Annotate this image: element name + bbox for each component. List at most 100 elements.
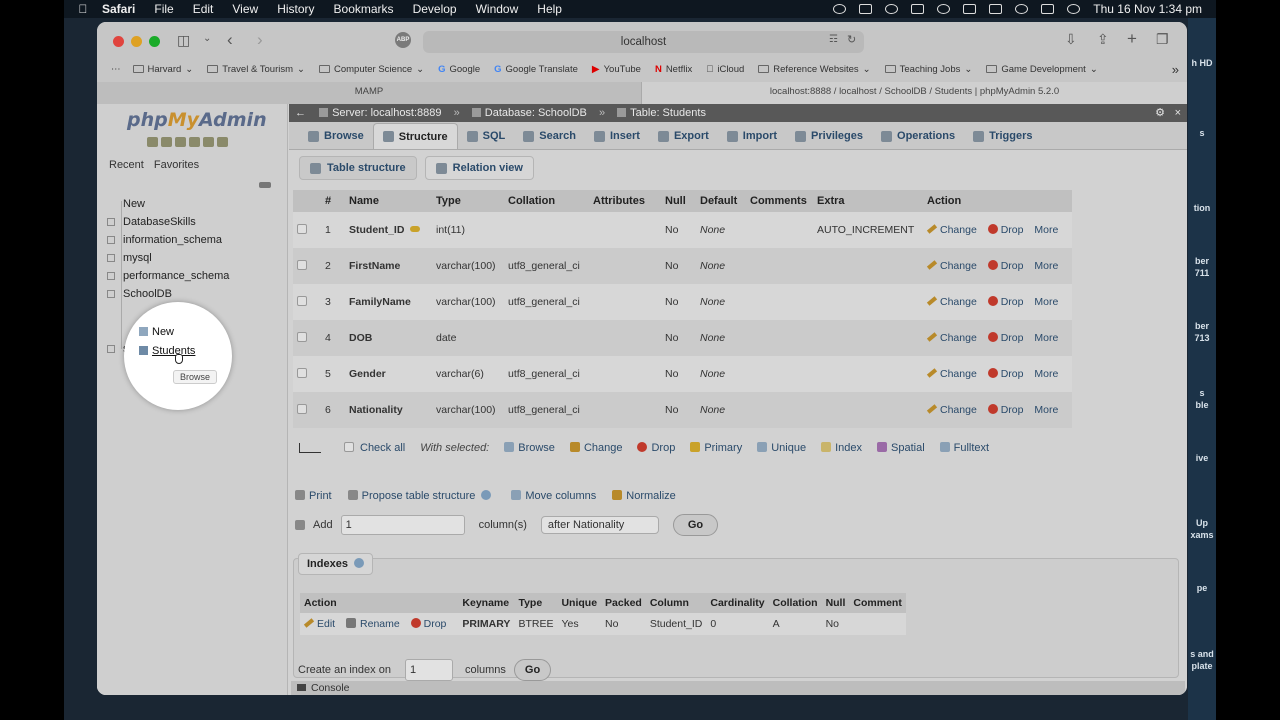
tab-browse[interactable]: Browse (299, 123, 373, 149)
tree-item-schooldb-new[interactable]: New (139, 326, 174, 338)
screen-icon[interactable] (859, 4, 873, 14)
subtab-table-structure[interactable]: Table structure (299, 156, 417, 180)
zoom-window-button[interactable] (149, 36, 160, 47)
home-icon[interactable] (147, 137, 158, 147)
row-checkbox[interactable] (293, 320, 321, 356)
expand-icon[interactable] (107, 236, 115, 245)
tab-search[interactable]: Search (514, 123, 585, 149)
chevron-down-icon[interactable]: ⌄ (203, 33, 211, 44)
apple-menu-icon[interactable]:  (64, 2, 102, 16)
tab-recent[interactable]: Recent (109, 159, 144, 171)
drop-link[interactable]: Drop (987, 296, 1023, 308)
drop-link[interactable]: Drop (987, 404, 1023, 416)
menu-edit[interactable]: Edit (193, 2, 214, 16)
bulk-primary[interactable]: Primary (690, 442, 742, 454)
tab-triggers[interactable]: Triggers (964, 123, 1041, 149)
vpn-icon[interactable] (885, 4, 899, 14)
control-center-icon[interactable] (1041, 4, 1055, 14)
collapse-icon[interactable] (107, 290, 115, 299)
checkbox[interactable] (297, 331, 307, 342)
more-bookmarks-icon[interactable]: » (1172, 62, 1179, 77)
more-dropdown[interactable]: More (1034, 224, 1058, 236)
more-dropdown[interactable]: More (1034, 296, 1058, 308)
clock[interactable]: Thu 16 Nov 1:34 pm (1093, 2, 1202, 16)
menu-view[interactable]: View (232, 2, 258, 16)
drop-index-link[interactable]: Drop (410, 618, 446, 630)
tree-item-information-schema[interactable]: information_schema (107, 234, 222, 246)
column-position-select[interactable]: after Nationality (540, 516, 659, 534)
download-icon[interactable]: ⇩ (1065, 31, 1077, 48)
docs-icon[interactable] (189, 137, 200, 147)
bookmark-teaching-jobs[interactable]: Teaching Jobs ⌄ (884, 64, 972, 75)
check-all-checkbox[interactable] (344, 442, 354, 452)
change-link[interactable]: Change (926, 260, 977, 272)
tree-item-performance-schema[interactable]: performance_schema (107, 270, 229, 282)
menu-file[interactable]: File (154, 2, 173, 16)
close-icon[interactable]: × (1175, 104, 1181, 122)
tab-export[interactable]: Export (649, 123, 718, 149)
battery-icon[interactable] (963, 4, 977, 14)
tab-privileges[interactable]: Privileges (786, 123, 872, 149)
row-checkbox[interactable] (293, 212, 321, 248)
checkbox[interactable] (297, 403, 307, 414)
bookmark-travel[interactable]: Travel & Tourism ⌄ (207, 64, 305, 75)
bookmark-computer-science[interactable]: Computer Science ⌄ (318, 64, 424, 75)
close-window-button[interactable] (113, 36, 124, 47)
help-icon[interactable] (481, 490, 492, 500)
bulk-index[interactable]: Index (821, 442, 862, 454)
bookmark-game-development[interactable]: Game Development ⌄ (986, 64, 1098, 75)
row-checkbox[interactable] (293, 284, 321, 320)
tab-operations[interactable]: Operations (872, 123, 964, 149)
change-link[interactable]: Change (926, 224, 977, 236)
tree-item-new[interactable]: New (107, 198, 145, 210)
breadcrumb-table[interactable]: Table: Students (630, 107, 706, 119)
share-icon[interactable]: ⇪ (1097, 31, 1109, 48)
checkbox[interactable] (297, 259, 307, 270)
sidebar-toggle-icon[interactable]: ◫ (177, 32, 190, 49)
bookmark-icloud[interactable]: iCloud (706, 64, 744, 75)
menu-window[interactable]: Window (476, 2, 519, 16)
row-checkbox[interactable] (293, 392, 321, 428)
new-tab-icon[interactable]: + (1127, 29, 1137, 49)
checkbox[interactable] (297, 223, 307, 234)
bookmark-youtube[interactable]: ▶ YouTube (592, 64, 641, 75)
tree-item-mysql[interactable]: mysql (107, 252, 152, 264)
edit-index-link[interactable]: Edit (303, 618, 335, 630)
back-button[interactable]: ‹ (227, 30, 233, 50)
logout-icon[interactable] (161, 137, 172, 147)
row-checkbox[interactable] (293, 248, 321, 284)
address-bar[interactable]: localhost (423, 31, 864, 53)
bulk-change[interactable]: Change (569, 442, 622, 454)
subtab-relation-view[interactable]: Relation view (424, 156, 534, 180)
breadcrumb-database[interactable]: Database: SchoolDB (485, 107, 587, 119)
bookmark-google-translate[interactable]: G Google Translate (494, 64, 578, 75)
change-link[interactable]: Change (926, 296, 977, 308)
more-dropdown[interactable]: More (1034, 404, 1058, 416)
move-columns-link[interactable]: Move columns (511, 490, 596, 502)
collapse-all-icon[interactable] (259, 182, 271, 188)
create-index-count-input[interactable]: 1 (404, 659, 453, 681)
arrow-left-icon[interactable]: ← (295, 107, 306, 119)
menu-history[interactable]: History (277, 2, 314, 16)
tab-overview-icon[interactable]: ❐ (1156, 31, 1169, 48)
add-column-go-button[interactable]: Go (672, 514, 719, 536)
rename-index-link[interactable]: Rename (346, 618, 400, 630)
indexes-legend[interactable]: Indexes (298, 553, 373, 575)
console-bar[interactable]: Console (291, 681, 1185, 695)
menu-help[interactable]: Help (537, 2, 562, 16)
help-icon[interactable] (353, 558, 364, 568)
reload-icon[interactable] (217, 137, 228, 147)
bulk-browse[interactable]: Browse (504, 442, 555, 454)
expand-icon[interactable] (107, 218, 115, 227)
tree-item-students[interactable]: Students (139, 345, 195, 357)
tab-insert[interactable]: Insert (585, 123, 649, 149)
reload-icon[interactable]: ↻ (847, 33, 856, 46)
tree-item-schooldb[interactable]: SchoolDB (107, 288, 172, 300)
bookmark-netflix[interactable]: N Netflix (655, 64, 692, 75)
bookmark-reference-websites[interactable]: Reference Websites ⌄ (758, 64, 871, 75)
normalize-link[interactable]: Normalize (612, 490, 676, 502)
change-link[interactable]: Change (926, 368, 977, 380)
search-icon[interactable] (1015, 4, 1029, 14)
tree-item-databaseskills[interactable]: DatabaseSkills (107, 216, 196, 228)
gear-icon[interactable]: ⚙ (1155, 104, 1165, 122)
